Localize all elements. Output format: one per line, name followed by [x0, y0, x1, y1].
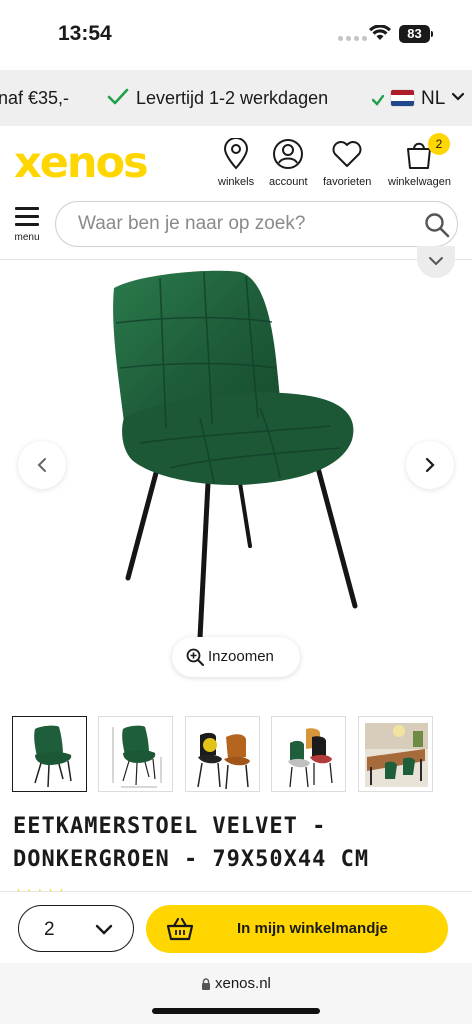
thumbnail-chairs-yellow-brown[interactable]: [185, 716, 260, 792]
cart-count-badge: 2: [428, 133, 450, 155]
nav-account[interactable]: account: [269, 138, 308, 188]
product-image[interactable]: [100, 268, 360, 648]
hamburger-icon: [12, 207, 42, 226]
check-icon: [372, 95, 384, 106]
thumbnail-dining-room[interactable]: [358, 716, 433, 792]
battery-icon: 83: [399, 25, 430, 43]
free-shipping-text: naf €35,-: [0, 88, 70, 108]
search-input[interactable]: [78, 212, 398, 236]
wifi-icon: [369, 25, 391, 40]
location-pin-icon: [224, 138, 249, 170]
search-bar[interactable]: [55, 201, 458, 247]
nav-stores[interactable]: winkels: [218, 138, 254, 188]
delivery-time-text: Levertijd 1-2 werkdagen: [136, 88, 329, 108]
zoom-label: Inzoomen: [208, 648, 274, 665]
nav-favorites[interactable]: favorieten: [323, 138, 371, 188]
language-selector[interactable]: NL: [421, 88, 445, 110]
quantity-select[interactable]: 2: [18, 905, 134, 952]
thumbnail-chair-front[interactable]: [12, 716, 87, 792]
basket-icon: [166, 917, 194, 941]
chevron-down-icon: [429, 257, 443, 266]
chevron-down-icon[interactable]: [451, 92, 465, 102]
user-icon: [273, 139, 304, 169]
search-icon[interactable]: [424, 212, 450, 238]
url-text[interactable]: xenos.nl: [215, 975, 271, 992]
status-bar: 13:54 83: [0, 0, 472, 68]
next-image-button[interactable]: [406, 441, 454, 489]
signal-dots-icon: [338, 36, 367, 41]
previous-image-button[interactable]: [18, 441, 66, 489]
lock-icon: [202, 978, 210, 990]
chevron-down-icon: [95, 924, 113, 935]
check-icon: [107, 88, 129, 105]
thumbnail-chair-dimensions[interactable]: [98, 716, 173, 792]
netherlands-flag-icon[interactable]: [390, 89, 415, 107]
thumbnail-chairs-colors[interactable]: [271, 716, 346, 792]
zoom-in-icon: [186, 648, 204, 666]
menu-label: menu: [14, 232, 40, 243]
add-to-cart-button[interactable]: In mijn winkelmandje: [146, 905, 448, 953]
menu-button[interactable]: menu: [12, 207, 42, 243]
nav-favorites-label: favorieten: [323, 176, 372, 188]
add-to-cart-label: In mijn winkelmandje: [237, 920, 388, 937]
zoom-button[interactable]: Inzoomen: [172, 637, 300, 677]
xenos-logo[interactable]: xenos: [14, 142, 149, 185]
nav-cart-label: winkelwagen: [388, 176, 451, 188]
browser-url-bar[interactable]: [0, 963, 472, 1024]
home-indicator[interactable]: [152, 1008, 320, 1014]
quantity-value: 2: [44, 919, 55, 940]
nav-account-label: account: [269, 176, 308, 188]
chevron-right-icon: [425, 457, 435, 473]
heart-icon: [332, 141, 362, 167]
product-title: EETKAMERSTOEL VELVET - DONKERGROEN - 79X…: [13, 814, 370, 872]
nav-stores-label: winkels: [218, 176, 255, 188]
battery-tip: [431, 31, 433, 37]
chevron-left-icon: [37, 458, 46, 472]
status-time: 13:54: [58, 22, 112, 45]
